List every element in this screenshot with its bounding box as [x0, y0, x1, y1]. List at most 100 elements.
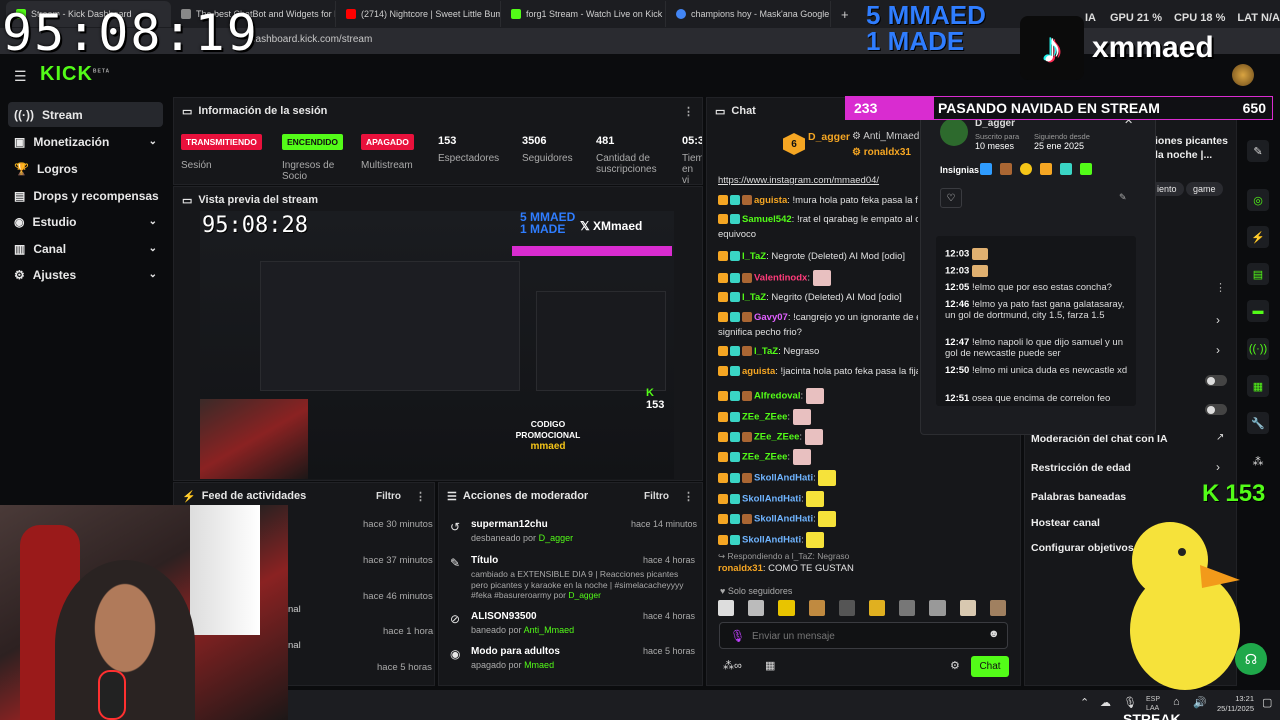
emote-picker-icon[interactable]: ⁂∞ — [723, 659, 742, 672]
pinned-user[interactable]: D_agger — [808, 131, 850, 143]
emote-icon[interactable] — [989, 600, 1007, 616]
sidebar-item-drops[interactable]: ▤ Drops y recompensas — [8, 183, 163, 208]
chat-badge-icon — [730, 432, 740, 442]
stream-preview[interactable]: 95:08:28 5 MMAED 1 MADE 𝕏 XMmaed CODIGO PR… — [200, 211, 674, 479]
emote-icon[interactable] — [838, 600, 856, 616]
emote-icon[interactable] — [808, 600, 825, 616]
sidebar-item-ajustes[interactable]: ⚙ Ajustes ⌄ — [8, 262, 163, 287]
more-options-icon[interactable]: ⋮ — [415, 490, 426, 503]
mod-by[interactable]: Anti_Mmaed — [524, 625, 575, 635]
mod-by[interactable]: D_agger — [539, 533, 574, 543]
chat-username[interactable]: Gavy07 — [754, 312, 788, 323]
more-options-icon[interactable]: ⋮ — [683, 490, 694, 503]
volume-icon[interactable]: 🔊 — [1193, 696, 1207, 709]
tray-chevron-icon[interactable]: ⌃ — [1080, 696, 1089, 709]
pin-icon[interactable]: ✎ — [1119, 192, 1127, 203]
chat-bubble-icon[interactable]: ▬ — [1247, 300, 1269, 322]
store-icon[interactable]: ▦ — [765, 659, 775, 672]
sidebar-item-monetizacion[interactable]: ▣ Monetización ⌄ — [8, 129, 163, 154]
chat-username[interactable]: SkollAndHati — [742, 535, 801, 546]
filter-button[interactable]: Filtro — [376, 491, 401, 502]
menu-item-host-channel[interactable]: Hostear canal — [1031, 517, 1100, 529]
toggle-switch[interactable] — [1205, 375, 1227, 386]
chat-username[interactable]: ZEe_ZEee — [742, 452, 787, 463]
network-icon[interactable]: ☁ — [1100, 696, 1111, 709]
url-text[interactable]: dashboard.kick.com/stream — [250, 34, 372, 45]
more-options-icon[interactable]: ⋮ — [1215, 281, 1226, 294]
chat-username[interactable]: ronaldx31 — [718, 563, 763, 574]
menu-icon[interactable]: ☰ — [14, 68, 27, 85]
tab-forg1-stream[interactable]: forg1 Stream - Watch Live on Kick — [501, 1, 666, 27]
notification-icon[interactable]: ▢ — [1262, 696, 1272, 709]
broadcast-icon[interactable]: ((·)) — [1247, 338, 1269, 360]
tab-youtube[interactable]: (2714) Nightcore | Sweet Little Bumb — [336, 1, 501, 27]
chat-username[interactable]: ZEe_ZEee — [754, 432, 799, 443]
wrench-icon[interactable]: 🔧 — [1247, 412, 1269, 434]
external-icon[interactable]: ↗ — [1216, 432, 1224, 443]
chat-username[interactable]: l_TaZ — [742, 251, 766, 262]
chat-username[interactable]: aguista — [754, 195, 787, 206]
chat-username[interactable]: SkollAndHati — [742, 494, 801, 505]
stream-tag[interactable]: game — [1186, 182, 1223, 196]
wifi-icon[interactable]: ⌂ — [1173, 696, 1180, 708]
chevron-right-icon[interactable]: › — [1216, 460, 1220, 474]
store-icon[interactable]: ▦ — [1247, 375, 1269, 397]
chat-username[interactable]: aguista — [742, 366, 775, 377]
emote-picker-icon[interactable]: ⁂ — [1247, 450, 1269, 472]
toggle-switch[interactable] — [1205, 404, 1227, 415]
target-icon[interactable]: ◎ — [1247, 189, 1269, 211]
chat-username[interactable]: ZEe_ZEee — [742, 412, 787, 423]
sidebar-item-stream[interactable]: ((·)) Stream — [8, 102, 163, 127]
chat-link[interactable]: https://www.instagram.com/mmaed04/ — [718, 175, 879, 186]
sidebar-item-logros[interactable]: 🏆 Logros — [8, 156, 163, 181]
more-options-icon[interactable]: ⋮ — [683, 105, 694, 118]
promo-line: mmaed — [530, 441, 566, 452]
chat-username[interactable]: Samuel542 — [742, 214, 792, 225]
chat-username[interactable]: Valentinodx — [754, 273, 807, 284]
microphone-icon[interactable]: 🎙 — [1123, 696, 1137, 709]
emote-icon[interactable] — [778, 600, 795, 616]
new-tab-button[interactable]: + — [831, 1, 859, 27]
chat-send-button[interactable]: Chat — [971, 656, 1009, 677]
history-line: 12:50 !elmo mi unica duda es newcastle x… — [945, 365, 1130, 376]
chat-username[interactable]: SkollAndHati — [754, 473, 813, 484]
emote-icon[interactable] — [718, 600, 735, 616]
pinned-user2-name[interactable]: ronaldx31 — [864, 147, 911, 158]
menu-item-banned-words[interactable]: Palabras baneadas — [1031, 491, 1126, 503]
mmaed-counter: 5 MMAED 1 MADE — [866, 2, 986, 54]
language-indicator[interactable]: ESP LAA — [1146, 695, 1160, 713]
mod-by[interactable]: D_agger — [568, 590, 601, 600]
follow-heart-button[interactable]: ♡ — [940, 188, 962, 208]
microphone-icon[interactable]: 🎙 — [730, 629, 745, 643]
chevron-right-icon[interactable]: › — [1216, 313, 1220, 327]
emote-icon[interactable] — [929, 600, 946, 616]
chat-input-box[interactable]: 🎙 ☻ — [719, 622, 1008, 649]
chat-username[interactable]: l_TaZ — [742, 292, 766, 303]
chat-username[interactable]: Alfredoval — [754, 391, 800, 402]
emote-icon[interactable] — [899, 600, 916, 616]
kick-logo[interactable]: KICKBETA — [40, 63, 110, 86]
mod-by[interactable]: Mmaed — [524, 660, 554, 670]
filter-button[interactable]: Filtro — [644, 491, 669, 502]
chat-settings-icon[interactable]: ⚙ — [950, 659, 960, 672]
emote-icon[interactable] — [959, 600, 976, 616]
chevron-right-icon[interactable]: › — [1216, 343, 1220, 357]
sidebar-item-canal[interactable]: ▥ Canal ⌄ — [8, 236, 163, 261]
chat-username[interactable]: SkollAndHati — [754, 514, 813, 525]
clock[interactable]: 13:21 25/11/2025 — [1206, 694, 1254, 714]
pencil-icon[interactable]: ✎ — [1247, 140, 1269, 162]
emote-icon[interactable] — [869, 600, 886, 616]
sidebar-item-estudio[interactable]: ◉ Estudio ⌄ — [8, 209, 163, 234]
menu-item-age-restriction[interactable]: Restricción de edad — [1031, 462, 1131, 474]
undo-icon: ↺ — [450, 520, 461, 534]
lightning-icon[interactable]: ⚡ — [1247, 226, 1269, 248]
emote-icon[interactable] — [748, 600, 765, 616]
activity-time: hace 37 minutos — [363, 555, 433, 566]
pinned-mod-name[interactable]: Anti_Mmaed — [863, 131, 919, 142]
badges-label: Insignias — [940, 165, 980, 175]
chat-input[interactable] — [752, 628, 972, 644]
tab-google[interactable]: champions hoy - Mask'ana Google — [666, 1, 831, 27]
emoji-icon[interactable]: ☻ — [988, 628, 1000, 640]
chat-username[interactable]: l_TaZ — [754, 346, 778, 357]
document-icon[interactable]: ▤ — [1247, 263, 1269, 285]
